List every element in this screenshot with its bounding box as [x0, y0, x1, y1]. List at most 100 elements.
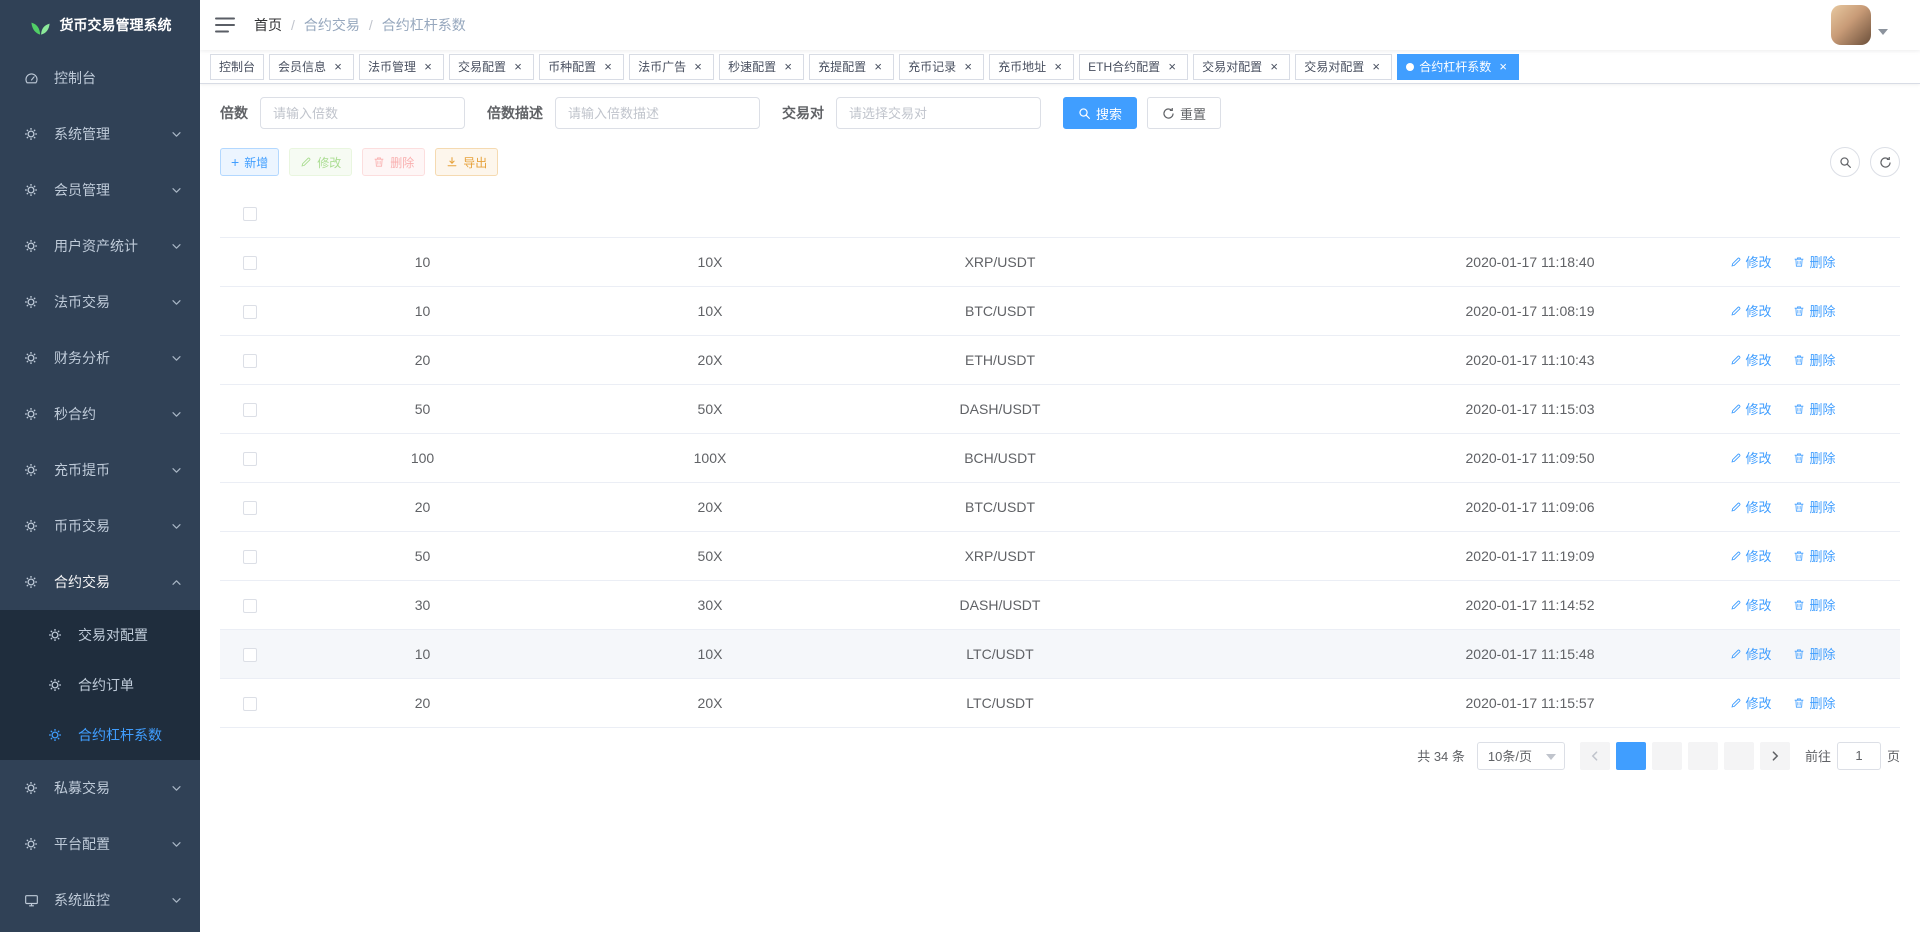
sidebar-item[interactable]: 合约杠杆系数	[0, 710, 200, 760]
search-field-input[interactable]	[555, 97, 760, 129]
add-button[interactable]: + 新增	[220, 148, 279, 176]
row-checkbox[interactable]	[243, 550, 257, 564]
tab[interactable]: 交易对配置 ×	[1193, 54, 1290, 80]
row-edit-button[interactable]: 修改	[1730, 399, 1772, 418]
export-button[interactable]: 导出	[435, 148, 498, 176]
tab[interactable]: 交易对配置 ×	[1295, 54, 1392, 80]
close-icon[interactable]: ×	[1267, 60, 1281, 74]
select-all-checkbox[interactable]	[243, 207, 257, 221]
row-delete-button[interactable]: 删除	[1793, 546, 1835, 565]
goto-page-input[interactable]	[1837, 742, 1881, 770]
close-icon[interactable]: ×	[781, 60, 795, 74]
close-icon[interactable]: ×	[871, 60, 885, 74]
row-edit-button[interactable]: 修改	[1730, 595, 1772, 614]
tab[interactable]: 法币管理 ×	[359, 54, 444, 80]
row-edit-button[interactable]: 修改	[1730, 644, 1772, 663]
row-checkbox[interactable]	[243, 256, 257, 270]
row-edit-button[interactable]: 修改	[1730, 350, 1772, 369]
row-checkbox[interactable]	[243, 697, 257, 711]
page-size-select[interactable]: 10条/页	[1477, 742, 1565, 770]
close-icon[interactable]: ×	[601, 60, 615, 74]
search-field-input[interactable]	[260, 97, 465, 129]
row-checkbox[interactable]	[243, 305, 257, 319]
row-delete-button[interactable]: 删除	[1793, 350, 1835, 369]
close-icon[interactable]: ×	[331, 60, 345, 74]
row-delete-button[interactable]: 删除	[1793, 644, 1835, 663]
close-icon[interactable]: ×	[1496, 60, 1510, 74]
row-delete-button[interactable]: 删除	[1793, 693, 1835, 712]
row-delete-button[interactable]: 删除	[1793, 301, 1835, 320]
sidebar-item[interactable]: 币币交易	[0, 498, 200, 554]
page-number-button[interactable]	[1724, 742, 1754, 770]
close-icon[interactable]: ×	[511, 60, 525, 74]
page-number-button[interactable]	[1652, 742, 1682, 770]
row-edit-button[interactable]: 修改	[1730, 252, 1772, 271]
row-checkbox[interactable]	[243, 452, 257, 466]
row-edit-label: 修改	[1746, 252, 1772, 271]
sidebar-item[interactable]: 法币交易	[0, 274, 200, 330]
prev-page-button[interactable]	[1580, 742, 1610, 770]
sidebar-item[interactable]: 控制台	[0, 50, 200, 106]
row-edit-button[interactable]: 修改	[1730, 448, 1772, 467]
row-delete-button[interactable]: 删除	[1793, 497, 1835, 516]
caret-down-icon[interactable]	[1878, 29, 1888, 35]
tab[interactable]: 充提配置 ×	[809, 54, 894, 80]
toggle-search-button[interactable]	[1830, 147, 1860, 177]
tab[interactable]: 控制台	[210, 54, 264, 80]
tab[interactable]: 币种配置 ×	[539, 54, 624, 80]
avatar[interactable]	[1831, 5, 1871, 45]
sidebar-item[interactable]: 系统管理	[0, 106, 200, 162]
hamburger-icon[interactable]	[200, 0, 250, 50]
sidebar-item[interactable]: 私募交易	[0, 760, 200, 816]
row-delete-button[interactable]: 删除	[1793, 448, 1835, 467]
page-number-button[interactable]	[1688, 742, 1718, 770]
next-page-button[interactable]	[1760, 742, 1790, 770]
close-icon[interactable]: ×	[1051, 60, 1065, 74]
sidebar-item[interactable]: 合约交易	[0, 554, 200, 610]
tab[interactable]: ETH合约配置 ×	[1079, 54, 1188, 80]
row-checkbox[interactable]	[243, 648, 257, 662]
close-icon[interactable]: ×	[961, 60, 975, 74]
page-number-button[interactable]	[1616, 742, 1646, 770]
refresh-table-button[interactable]	[1870, 147, 1900, 177]
row-edit-button[interactable]: 修改	[1730, 497, 1772, 516]
row-edit-button[interactable]: 修改	[1730, 546, 1772, 565]
tab[interactable]: 充币地址 ×	[989, 54, 1074, 80]
sidebar-item[interactable]: 平台配置	[0, 816, 200, 872]
reset-button[interactable]: 重置	[1147, 97, 1221, 129]
sidebar-item[interactable]: 交易对配置	[0, 610, 200, 660]
sidebar-item[interactable]: 系统监控	[0, 872, 200, 928]
delete-button[interactable]: 删除	[362, 148, 425, 176]
close-icon[interactable]: ×	[691, 60, 705, 74]
sidebar-item[interactable]: 充币提币	[0, 442, 200, 498]
edit-button[interactable]: 修改	[289, 148, 352, 176]
close-icon[interactable]: ×	[1165, 60, 1179, 74]
row-checkbox[interactable]	[243, 599, 257, 613]
breadcrumb-item[interactable]: 首页	[254, 15, 282, 35]
sidebar-item[interactable]: 用户资产统计	[0, 218, 200, 274]
close-icon[interactable]: ×	[421, 60, 435, 74]
sidebar-item[interactable]: 秒合约	[0, 386, 200, 442]
close-icon[interactable]: ×	[1369, 60, 1383, 74]
tab[interactable]: 秒速配置 ×	[719, 54, 804, 80]
caret-down-icon	[1546, 754, 1556, 760]
tab[interactable]: 交易配置 ×	[449, 54, 534, 80]
search-field-input[interactable]	[836, 97, 1041, 129]
sidebar-item[interactable]: 合约订单	[0, 660, 200, 710]
row-delete-button[interactable]: 删除	[1793, 595, 1835, 614]
row-checkbox[interactable]	[243, 354, 257, 368]
row-checkbox[interactable]	[243, 501, 257, 515]
tab[interactable]: 合约杠杆系数 ×	[1397, 54, 1519, 80]
cell-trading-pair: LTC/USDT	[855, 629, 1145, 678]
tab[interactable]: 充币记录 ×	[899, 54, 984, 80]
row-edit-button[interactable]: 修改	[1730, 301, 1772, 320]
search-button[interactable]: 搜索	[1063, 97, 1137, 129]
sidebar-item[interactable]: 会员管理	[0, 162, 200, 218]
tab[interactable]: 法币广告 ×	[629, 54, 714, 80]
sidebar-item[interactable]: 财务分析	[0, 330, 200, 386]
row-checkbox[interactable]	[243, 403, 257, 417]
tab[interactable]: 会员信息 ×	[269, 54, 354, 80]
row-delete-button[interactable]: 删除	[1793, 252, 1835, 271]
row-edit-button[interactable]: 修改	[1730, 693, 1772, 712]
row-delete-button[interactable]: 删除	[1793, 399, 1835, 418]
